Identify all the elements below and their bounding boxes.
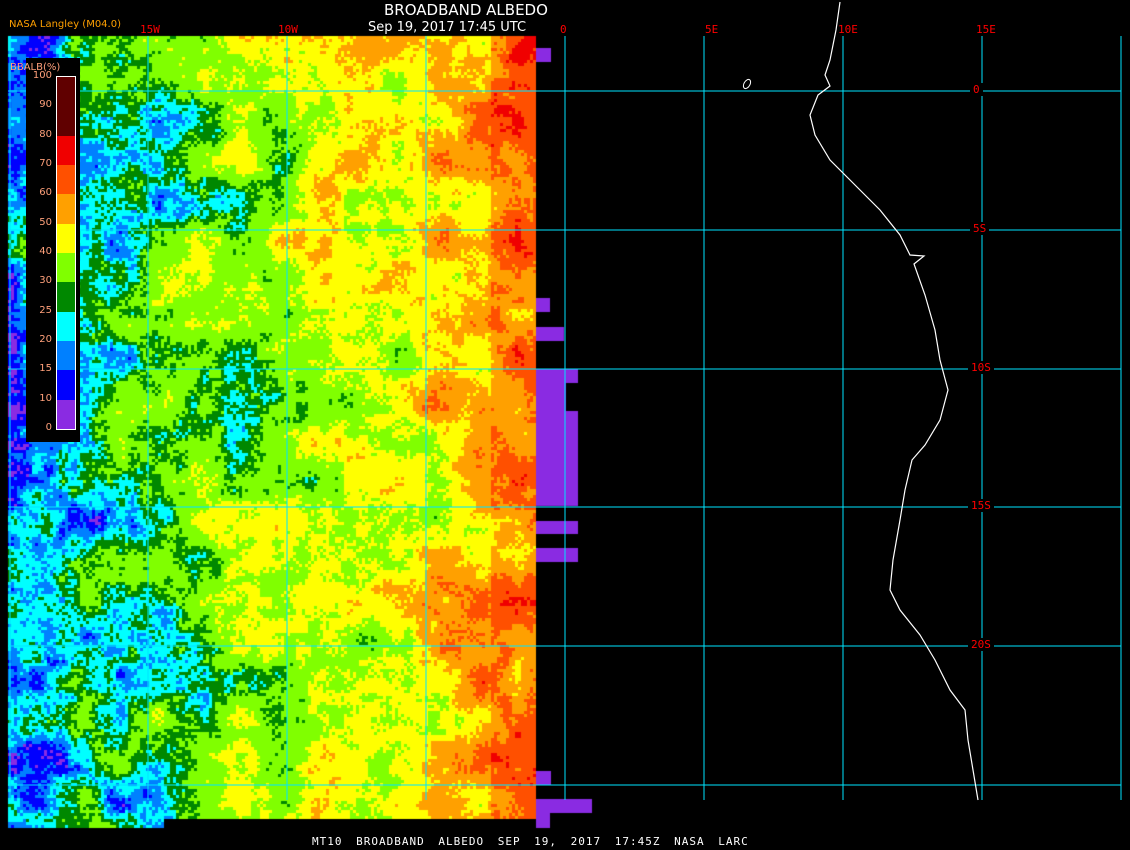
colorbar-tick-label: 10 bbox=[39, 392, 52, 404]
colorbar-tick-label: 0 bbox=[45, 422, 52, 433]
lon-label-15w: 15W bbox=[140, 23, 160, 36]
colorbar-tick-label: 50 bbox=[39, 216, 52, 228]
map-datetime: Sep 19, 2017 17:45 UTC bbox=[368, 20, 527, 35]
lat-lon-grid bbox=[8, 36, 1122, 800]
colorbar-tick-label: 70 bbox=[39, 158, 52, 169]
island bbox=[742, 78, 752, 90]
colorbar-tick-label: 15 bbox=[39, 363, 52, 375]
colorbar-tick-label: 90 bbox=[39, 99, 52, 111]
colorbar-tick-label: 25 bbox=[39, 304, 52, 316]
map-title: BROADBAND ALBEDO bbox=[384, 1, 548, 19]
colorbar-segment bbox=[57, 194, 75, 225]
colorbar-segment bbox=[57, 399, 75, 430]
lon-label-0: 0 bbox=[560, 23, 567, 36]
lon-label-15e: 15E bbox=[976, 23, 996, 36]
colorbar-tick-label: 60 bbox=[39, 187, 52, 199]
coastline bbox=[809, 1, 979, 801]
colorbar-tick-label: 30 bbox=[39, 275, 52, 287]
colorbar-segment bbox=[57, 341, 75, 371]
colorbar-segment bbox=[57, 370, 75, 401]
footer-caption: MT10 BROADBAND ALBEDO SEP 19, 2017 17:45… bbox=[312, 835, 749, 848]
colorbar-segment bbox=[57, 282, 75, 313]
colorbar-segment bbox=[57, 135, 75, 166]
colorbar-tick-label: 80 bbox=[39, 128, 52, 140]
colorbar-segment bbox=[57, 223, 75, 254]
map-overlay bbox=[8, 1, 1122, 801]
credit-label: NASA Langley (M04.0) bbox=[9, 19, 121, 30]
colorbar-segment bbox=[57, 106, 75, 137]
colorbar-segment bbox=[57, 253, 75, 283]
colorbar-tick-label: 40 bbox=[39, 246, 52, 257]
colorbar bbox=[56, 76, 76, 430]
lat-label-0: 0 bbox=[970, 83, 983, 96]
lat-label-15s: 15S bbox=[968, 499, 994, 512]
lon-label-10w: 10W bbox=[278, 23, 298, 36]
colorbar-segment bbox=[57, 165, 75, 195]
colorbar-segment bbox=[57, 77, 75, 107]
lat-label-5s: 5S bbox=[970, 222, 990, 235]
colorbar-tick-label: 100 bbox=[32, 70, 52, 81]
colorbar-segment bbox=[57, 311, 75, 342]
lat-label-20s: 20S bbox=[968, 638, 994, 651]
albedo-map: BROADBAND ALBEDO Sep 19, 2017 17:45 UTC … bbox=[0, 0, 1130, 850]
lat-label-10s: 10S bbox=[968, 361, 994, 374]
lon-label-10e: 10E bbox=[838, 23, 858, 36]
lon-label-5e: 5E bbox=[705, 23, 719, 36]
colorbar-tick-label: 20 bbox=[39, 334, 52, 345]
